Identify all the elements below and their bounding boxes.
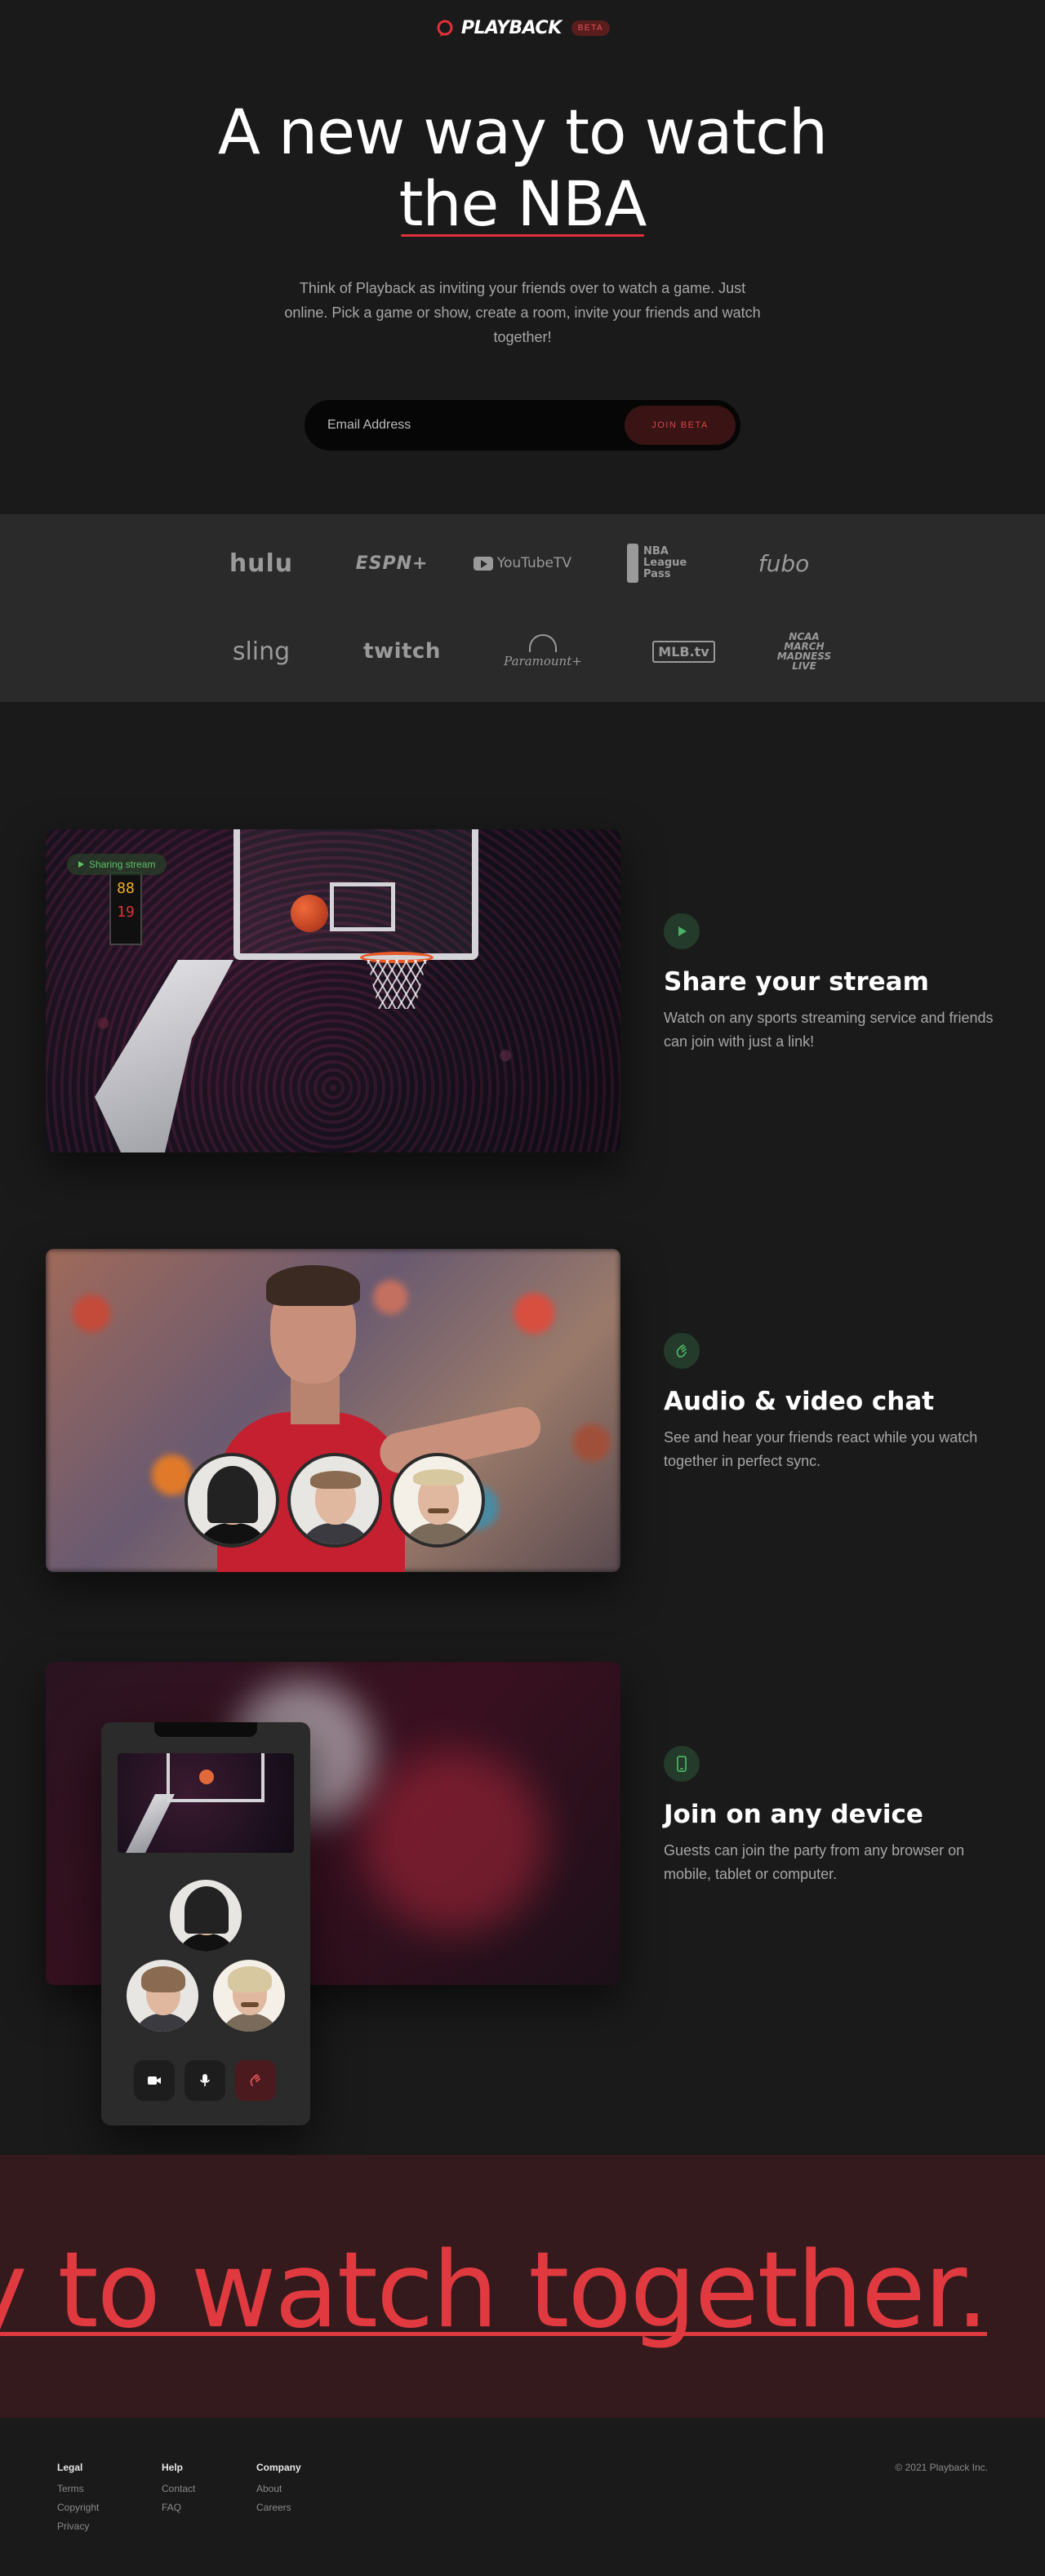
- sling-logo: sling: [232, 637, 291, 666]
- wave-hand-icon: [664, 1333, 700, 1369]
- camera-button[interactable]: [134, 2060, 175, 2101]
- contact-link[interactable]: Contact: [162, 2483, 195, 2494]
- feature-description: Watch on any sports streaming service an…: [664, 1010, 994, 1050]
- paramount-plus-label: Paramount+: [504, 654, 582, 668]
- hero-title-line2: the NBA: [398, 167, 647, 240]
- feature-title: Audio & video chat: [664, 1387, 935, 1416]
- paramount-plus-logo: Paramount+: [494, 634, 592, 668]
- brand-name[interactable]: PLAYBACK: [461, 18, 562, 38]
- beta-badge: BETA: [571, 20, 611, 36]
- youtube-tv-label: YouTubeTV: [496, 555, 571, 571]
- nba-league-pass-logo: NBA League Pass: [604, 544, 702, 583]
- phone-mockup: [101, 1722, 310, 2125]
- hero-title-line1: A new way to watch: [217, 95, 828, 168]
- nba-silhouette-icon: [627, 544, 638, 583]
- video-chat-preview: [46, 1249, 620, 1572]
- footer-heading: Help: [162, 2462, 184, 2473]
- beta-signup-form: JOIN BETA: [305, 400, 740, 451]
- feature-description: See and hear your friends react while yo…: [664, 1429, 978, 1469]
- participant-avatar[interactable]: [287, 1453, 382, 1548]
- participant-avatar[interactable]: [211, 1957, 287, 2034]
- header: PLAYBACK BETA: [0, 18, 1045, 38]
- footer-legal-column: Legal Terms Copyright Privacy: [57, 2462, 99, 2539]
- terms-link[interactable]: Terms: [57, 2483, 99, 2494]
- shot-clock-top: 88: [117, 880, 135, 897]
- microphone-icon: [200, 2074, 210, 2086]
- participant-avatar[interactable]: [124, 1957, 201, 2034]
- privacy-link[interactable]: Privacy: [57, 2520, 99, 2532]
- participant-avatar[interactable]: [167, 1877, 244, 1954]
- participant-avatar[interactable]: [390, 1453, 485, 1548]
- basketball: [291, 895, 328, 932]
- feature-title: Join on any device: [664, 1800, 923, 1829]
- footer-heading: Company: [256, 2462, 301, 2473]
- marquee-text: y to watch together.: [0, 2230, 989, 2352]
- espn-plus-logo: ESPN+: [355, 553, 429, 574]
- feature-any-device: Join on any device Guests can join the p…: [664, 1746, 1007, 1886]
- hulu-logo: hulu: [229, 549, 294, 578]
- mlb-tv-label: MLB.tv: [652, 640, 715, 663]
- hero-description: Think of Playback as inviting your frien…: [284, 280, 761, 345]
- youtube-tv-logo: YouTubeTV: [474, 555, 571, 571]
- backboard-square: [330, 882, 395, 931]
- nba-league-pass-label: NBA League Pass: [643, 545, 687, 580]
- sharing-stream-pill[interactable]: Sharing stream: [67, 854, 167, 875]
- hero-title: A new way to watch the NBA: [0, 96, 1045, 240]
- play-icon: [664, 913, 700, 949]
- phone-notch: [154, 1722, 257, 1737]
- call-controls: [134, 2060, 276, 2101]
- feature-audio-video: Audio & video chat See and hear your fri…: [664, 1333, 1007, 1473]
- march-madness-logo: NCAA MARCH MADNESS LIVE: [776, 631, 832, 672]
- copyright-text: © 2021 Playback Inc.: [895, 2462, 988, 2473]
- sharing-stream-label: Sharing stream: [89, 859, 156, 870]
- services-row-2: sling twitch Paramount+ MLB.tv NCAA MARC…: [212, 627, 833, 676]
- paramount-mountain-icon: [529, 634, 557, 652]
- wave-hand-icon: [250, 2074, 260, 2086]
- basketball: [199, 1770, 214, 1784]
- footer-heading: Legal: [57, 2462, 83, 2473]
- phone-icon: [664, 1746, 700, 1782]
- streaming-services-strip: hulu ESPN+ YouTubeTV NBA League Pass fub…: [0, 514, 1045, 702]
- marquee-banner: y to watch together.: [0, 2155, 1045, 2418]
- share-stream-preview: 88 19 Sharing stream: [46, 829, 620, 1153]
- footer: Legal Terms Copyright Privacy Help Conta…: [0, 2418, 1045, 2576]
- about-link[interactable]: About: [256, 2483, 301, 2494]
- fubo-logo: fubo: [758, 549, 810, 577]
- shot-clock: 88 19: [109, 872, 142, 945]
- services-row-1: hulu ESPN+ YouTubeTV NBA League Pass fub…: [212, 539, 833, 588]
- mlb-tv-logo: MLB.tv: [635, 640, 733, 663]
- feature-share-stream: Share your stream Watch on any sports st…: [664, 913, 1007, 1054]
- camera-icon: [148, 2076, 161, 2085]
- feature-title: Share your stream: [664, 967, 929, 997]
- twitch-logo: twitch: [363, 639, 441, 664]
- feature-description: Guests can join the party from any brows…: [664, 1842, 965, 1882]
- player-hair: [266, 1265, 360, 1306]
- play-icon: [78, 861, 84, 868]
- email-input[interactable]: [327, 418, 625, 433]
- youtube-play-icon: [474, 556, 493, 571]
- microphone-button[interactable]: [185, 2060, 225, 2101]
- footer-company-column: Company About Careers: [256, 2462, 301, 2520]
- careers-link[interactable]: Careers: [256, 2502, 301, 2513]
- footer-help-column: Help Contact FAQ: [162, 2462, 195, 2520]
- backboard: [233, 829, 478, 960]
- playback-logo-icon[interactable]: [435, 19, 455, 38]
- faq-link[interactable]: FAQ: [162, 2502, 195, 2513]
- participant-avatars: [185, 1453, 485, 1548]
- shot-clock-bottom: 19: [117, 904, 135, 921]
- copyright-link[interactable]: Copyright: [57, 2502, 99, 2513]
- join-beta-button[interactable]: JOIN BETA: [625, 406, 736, 445]
- phone-stream-view: [118, 1753, 294, 1853]
- backboard: [167, 1753, 265, 1802]
- wave-button[interactable]: [235, 2060, 276, 2101]
- participant-avatar[interactable]: [185, 1453, 279, 1548]
